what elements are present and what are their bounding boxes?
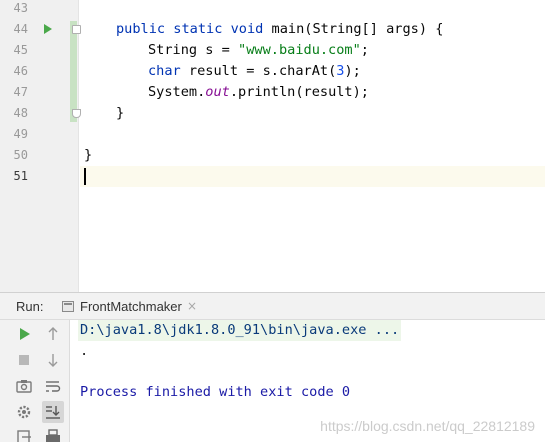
line-number: 49 xyxy=(13,127,28,141)
keyword: public xyxy=(116,21,166,37)
camera-icon xyxy=(16,380,32,393)
code-line-47[interactable]: System.out.println(result); xyxy=(80,82,545,103)
editor-gutter[interactable]: 43 44 45 46 47 48 49 50 51 xyxy=(0,0,81,292)
code-text: String s = xyxy=(148,42,239,58)
code-text: .println(result); xyxy=(229,84,369,100)
gutter-line-47: 47 xyxy=(0,82,79,103)
stop-button[interactable] xyxy=(13,349,35,371)
settings-button[interactable] xyxy=(13,401,35,423)
console-command-line[interactable]: D:\java1.8\jdk1.8.0_91\bin\java.exe ... xyxy=(78,320,402,341)
string-literal: "www.baidu.com" xyxy=(238,42,361,58)
soft-wrap-button[interactable] xyxy=(42,375,64,397)
code-text: ); xyxy=(344,63,361,79)
exit-icon xyxy=(17,430,31,442)
code-line-45[interactable]: String s = "www.baidu.com"; xyxy=(80,40,545,61)
gutter-line-44: 44 xyxy=(0,19,81,40)
code-line-46[interactable]: char result = s.charAt(3); xyxy=(80,61,545,82)
scroll-down-button[interactable] xyxy=(42,349,64,371)
scroll-to-end-icon xyxy=(46,406,60,419)
line-number: 48 xyxy=(13,106,28,120)
code-line-51-current[interactable] xyxy=(80,166,545,187)
code-line-48[interactable]: } xyxy=(80,103,545,124)
console-output-line: . xyxy=(80,343,89,359)
code-text: main(String[] args) { xyxy=(263,21,444,37)
static-field: out xyxy=(205,84,230,100)
line-number: 50 xyxy=(13,148,28,162)
run-panel-title: Run: xyxy=(16,299,44,314)
line-number-current: 51 xyxy=(13,169,28,183)
code-line-50[interactable]: } xyxy=(80,145,545,166)
line-number: 46 xyxy=(13,64,28,78)
code-line-44[interactable]: public static void main(String[] args) { xyxy=(80,19,545,40)
scroll-up-button[interactable] xyxy=(42,323,64,345)
soft-wrap-icon xyxy=(46,381,61,392)
application-icon xyxy=(62,301,74,312)
code-text: } xyxy=(84,147,93,163)
line-number: 44 xyxy=(13,22,28,36)
line-number: 43 xyxy=(13,1,28,15)
keyword: static xyxy=(173,21,223,37)
settings-icon xyxy=(17,405,31,419)
run-arrow-icon[interactable] xyxy=(44,24,52,34)
gutter-line-49: 49 xyxy=(0,124,79,145)
rerun-button[interactable] xyxy=(13,323,35,345)
run-tool-window-header: Run: FrontMatchmaker × xyxy=(0,292,545,320)
code-text: System. xyxy=(148,84,206,100)
stop-icon xyxy=(19,355,29,365)
gutter-line-45: 45 xyxy=(0,40,79,61)
watermark: https://blog.csdn.net/qq_22812189 xyxy=(320,418,535,434)
gutter-line-48: 48 xyxy=(0,103,81,124)
code-text-area[interactable]: public static void main(String[] args) {… xyxy=(80,0,545,292)
scroll-down-icon xyxy=(48,354,58,367)
gutter-line-50: 50 xyxy=(0,145,79,166)
line-number: 45 xyxy=(13,43,28,57)
line-number: 47 xyxy=(13,85,28,99)
scroll-to-end-button[interactable] xyxy=(42,401,64,423)
dump-threads-button[interactable] xyxy=(13,375,35,397)
gutter-line-46: 46 xyxy=(0,61,79,82)
close-tab-icon[interactable]: × xyxy=(187,293,197,320)
run-toolbar xyxy=(0,320,70,442)
print-icon xyxy=(46,429,60,442)
text-caret xyxy=(84,168,86,185)
code-text: } xyxy=(116,105,125,121)
keyword: void xyxy=(230,21,264,37)
gutter-line-51: 51 xyxy=(0,166,79,187)
print-button[interactable] xyxy=(42,426,64,442)
gutter-line-43: 43 xyxy=(0,0,79,19)
console-exit-message: Process finished with exit code 0 xyxy=(80,384,351,400)
code-text: ; xyxy=(360,42,369,58)
run-config-tab[interactable]: FrontMatchmaker × xyxy=(52,293,197,320)
code-editor[interactable]: 43 44 45 46 47 48 49 50 51 public static… xyxy=(0,0,545,292)
keyword: char xyxy=(148,63,181,79)
scroll-up-icon xyxy=(48,327,58,340)
exit-button[interactable] xyxy=(13,426,35,442)
code-text: result = s.charAt( xyxy=(180,63,337,79)
run-config-tab-label: FrontMatchmaker xyxy=(80,299,182,314)
rerun-icon xyxy=(20,328,30,340)
